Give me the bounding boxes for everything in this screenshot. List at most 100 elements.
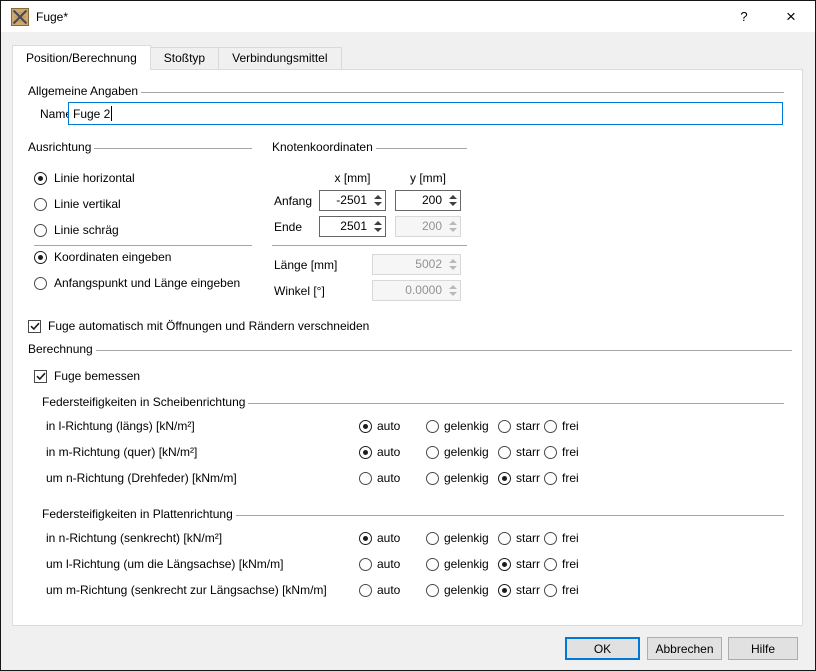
spinner-arrows[interactable] — [445, 191, 460, 210]
radio-icon — [498, 472, 511, 485]
radio-option-frei[interactable]: frei — [544, 420, 579, 433]
radio-option-label: frei — [562, 584, 579, 597]
radio-option-auto[interactable]: auto — [359, 558, 400, 571]
spinner-ende-x[interactable]: 2501 — [319, 216, 386, 237]
radio-icon — [34, 172, 47, 185]
spinner-down-icon[interactable] — [374, 202, 382, 206]
radio-option-gelenkig[interactable]: gelenkig — [426, 472, 489, 485]
stiffness-row-platten-m: um m-Richtung (senkrecht zur Längsachse)… — [13, 584, 802, 597]
close-icon[interactable]: × — [770, 1, 812, 32]
cancel-button[interactable]: Abbrechen — [647, 637, 722, 660]
radio-option-label: auto — [377, 532, 400, 545]
radio-anfangspunkt-laenge[interactable]: Anfangspunkt und Länge eingeben — [34, 277, 240, 290]
radio-option-label: frei — [562, 472, 579, 485]
radio-icon — [426, 532, 439, 545]
radio-option-gelenkig[interactable]: gelenkig — [426, 584, 489, 597]
radio-icon — [34, 198, 47, 211]
spinner-arrows[interactable] — [370, 191, 385, 210]
stiffness-row-scheiben-l: in l-Richtung (längs) [kN/m²] auto gelen… — [13, 420, 802, 433]
spinner-winkel: 0.0000 — [372, 280, 461, 301]
group-berechnung: Berechnung — [28, 342, 792, 356]
group-rule — [376, 148, 467, 149]
radio-linie-schraeg[interactable]: Linie schräg — [34, 224, 119, 237]
radio-option-auto[interactable]: auto — [359, 420, 400, 433]
spinner-up-icon — [449, 259, 457, 263]
radio-option-label: starr — [516, 532, 540, 545]
radio-option-frei[interactable]: frei — [544, 558, 579, 571]
group-ausrichtung: Ausrichtung — [28, 140, 252, 154]
spinner-anfang-y[interactable]: 200 — [395, 190, 461, 211]
radio-option-gelenkig[interactable]: gelenkig — [426, 420, 489, 433]
radio-option-starr[interactable]: starr — [498, 558, 540, 571]
spinner-down-icon[interactable] — [449, 202, 457, 206]
stiffness-row-platten-l: um l-Richtung (um die Längsachse) [kNm/m… — [13, 558, 802, 571]
radio-option-frei[interactable]: frei — [544, 446, 579, 459]
stiffness-row-label: in m-Richtung (quer) [kN/m²] — [46, 446, 197, 459]
group-title: Federsteifigkeiten in Plattenrichtung — [42, 507, 236, 521]
spinner-up-icon[interactable] — [374, 221, 382, 225]
stiffness-row-scheiben-n: um n-Richtung (Drehfeder) [kNm/m] auto g… — [13, 472, 802, 485]
spinner-ende-y: 200 — [395, 216, 461, 237]
radio-option-starr[interactable]: starr — [498, 584, 540, 597]
radio-option-label: frei — [562, 558, 579, 571]
radio-icon — [498, 558, 511, 571]
spinner-down-icon — [449, 266, 457, 270]
radio-option-starr[interactable]: starr — [498, 420, 540, 433]
help-button[interactable]: Hilfe — [728, 637, 798, 660]
radio-icon — [544, 532, 557, 545]
radio-option-label: gelenkig — [444, 472, 489, 485]
checkbox-label: Fuge bemessen — [54, 369, 140, 383]
radio-linie-vertikal[interactable]: Linie vertikal — [34, 198, 121, 211]
spinner-arrows[interactable] — [370, 217, 385, 236]
radio-option-starr[interactable]: starr — [498, 472, 540, 485]
radio-label: Linie vertikal — [54, 198, 121, 211]
radio-option-frei[interactable]: frei — [544, 584, 579, 597]
column-header-y: y [mm] — [395, 171, 461, 185]
ende-label: Ende — [274, 220, 302, 234]
radio-option-frei[interactable]: frei — [544, 532, 579, 545]
radio-option-auto[interactable]: auto — [359, 584, 400, 597]
radio-icon — [498, 446, 511, 459]
radio-icon — [426, 558, 439, 571]
spinner-arrows — [445, 255, 460, 274]
stiffness-row-platten-n: in n-Richtung (senkrecht) [kN/m²] auto g… — [13, 532, 802, 545]
radio-option-gelenkig[interactable]: gelenkig — [426, 558, 489, 571]
titlebar-help-icon[interactable]: ? — [723, 1, 765, 32]
spinner-up-icon[interactable] — [374, 195, 382, 199]
name-input[interactable]: Fuge 2 — [68, 102, 783, 125]
radio-linie-horizontal[interactable]: Linie horizontal — [34, 172, 135, 185]
radio-icon — [544, 472, 557, 485]
checkbox-fuge-bemessen[interactable]: Fuge bemessen — [34, 369, 140, 383]
radio-icon — [544, 420, 557, 433]
group-title: Ausrichtung — [28, 140, 94, 154]
radio-option-gelenkig[interactable]: gelenkig — [426, 532, 489, 545]
radio-option-auto[interactable]: auto — [359, 532, 400, 545]
radio-icon — [426, 420, 439, 433]
spinner-up-icon[interactable] — [449, 195, 457, 199]
radio-option-gelenkig[interactable]: gelenkig — [426, 446, 489, 459]
group-title: Berechnung — [28, 342, 96, 356]
radio-option-starr[interactable]: starr — [498, 446, 540, 459]
spinner-anfang-x[interactable]: -2501 — [319, 190, 386, 211]
ok-button[interactable]: OK — [565, 637, 640, 660]
radio-option-frei[interactable]: frei — [544, 472, 579, 485]
radio-option-auto[interactable]: auto — [359, 446, 400, 459]
radio-option-label: gelenkig — [444, 446, 489, 459]
tab-verbindungsmittel[interactable]: Verbindungsmittel — [218, 47, 341, 69]
stiffness-row-label: um m-Richtung (senkrecht zur Längsachse)… — [46, 584, 327, 597]
tab-position-berechnung[interactable]: Position/Berechnung — [12, 45, 151, 70]
radio-koordinaten-eingeben[interactable]: Koordinaten eingeben — [34, 251, 171, 264]
radio-option-label: starr — [516, 584, 540, 597]
spinner-value: 2501 — [320, 217, 370, 236]
checkbox-auto-verschneiden[interactable]: Fuge automatisch mit Öffnungen und Rände… — [28, 319, 369, 333]
radio-option-starr[interactable]: starr — [498, 532, 540, 545]
radio-option-auto[interactable]: auto — [359, 472, 400, 485]
radio-option-label: starr — [516, 472, 540, 485]
spinner-laenge: 5002 — [372, 254, 461, 275]
radio-icon — [544, 558, 557, 571]
spinner-arrows — [445, 217, 460, 236]
radio-option-label: frei — [562, 446, 579, 459]
tab-stosstyp[interactable]: Stoßtyp — [150, 47, 219, 69]
radio-option-label: starr — [516, 558, 540, 571]
spinner-down-icon[interactable] — [374, 228, 382, 232]
